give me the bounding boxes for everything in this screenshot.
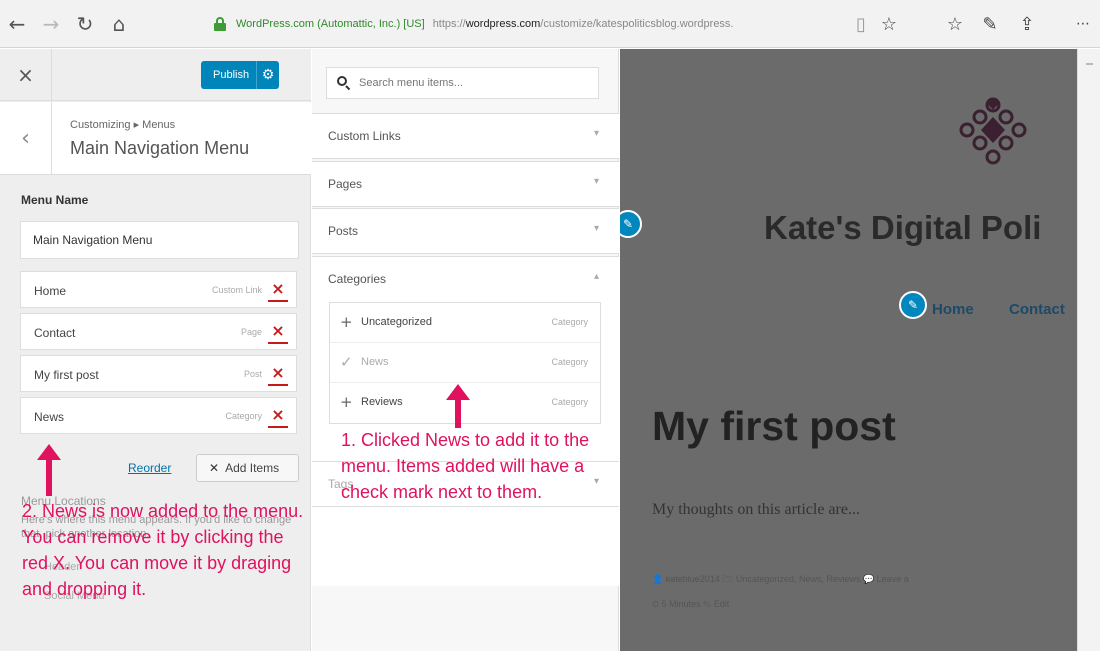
- menu-item-title: News: [34, 410, 65, 424]
- section-title: Posts: [328, 224, 359, 238]
- menu-items-list: Home Custom Link × Contact Page × My fir…: [20, 271, 297, 439]
- more-options-icon[interactable]: ⋯: [1068, 8, 1098, 40]
- nav-link-contact[interactable]: Contact: [1009, 301, 1065, 318]
- chevron-up-icon: ▴: [593, 271, 599, 282]
- chevron-down-icon: ▾: [593, 176, 599, 187]
- remove-x-icon[interactable]: ×: [268, 362, 288, 386]
- menu-name-label: Menu Name: [21, 193, 89, 207]
- menu-item-type: Custom Link: [211, 285, 262, 295]
- remove-x-icon[interactable]: ×: [268, 404, 288, 428]
- remove-x-icon[interactable]: ×: [268, 278, 288, 302]
- category-title: Reviews: [361, 396, 403, 408]
- search-icon: [337, 76, 351, 91]
- panel-header: ‹ Customizing ▸ Menus Main Navigation Me…: [0, 102, 311, 175]
- reorder-link[interactable]: Reorder: [128, 461, 171, 475]
- menu-item-title: Home: [34, 284, 67, 298]
- preview-scrollbar[interactable]: [1077, 49, 1100, 651]
- category-title: Uncategorized: [361, 316, 432, 328]
- browser-toolbar: ← → ↻ ⌂ WordPress.com (Automattic, Inc.)…: [0, 0, 1100, 48]
- home-icon[interactable]: ⌂: [102, 7, 136, 41]
- category-type: Category: [551, 317, 588, 327]
- post-title[interactable]: My first post: [652, 403, 896, 450]
- section-title: Categories: [328, 272, 387, 286]
- section-title: Pages: [328, 177, 363, 191]
- annotation-step-1: 1. Clicked News to add it to the menu. I…: [341, 430, 590, 502]
- annotation-step-2: 2. News is now added to the menu. You ca…: [22, 501, 304, 599]
- category-type: Category: [551, 397, 588, 407]
- nav-link-home[interactable]: Home: [932, 301, 974, 318]
- back-button[interactable]: ‹: [0, 102, 52, 175]
- plus-icon: +: [340, 393, 353, 411]
- favorite-star-icon[interactable]: ☆: [874, 8, 904, 40]
- available-menu-items-panel: Custom Links ▾ Pages ▾ Posts ▾ Categorie…: [312, 49, 619, 651]
- menu-item-title: My first post: [34, 368, 99, 382]
- menu-item-title: Contact: [34, 326, 76, 340]
- address-bar[interactable]: WordPress.com (Automattic, Inc.) [US] ht…: [214, 8, 869, 40]
- gear-icon[interactable]: ⚙: [257, 67, 279, 83]
- site-identity: WordPress.com (Automattic, Inc.) [US]: [236, 18, 425, 30]
- lock-icon: [214, 17, 226, 31]
- section-posts[interactable]: Posts ▾: [312, 208, 619, 254]
- post-meta: 👤 kateblue2014 🗁 Uncategorized, News, Re…: [652, 574, 909, 584]
- reading-view-icon[interactable]: ▯: [846, 8, 876, 40]
- publish-label[interactable]: Publish: [201, 61, 257, 89]
- chevron-down-icon: ▾: [593, 128, 599, 139]
- category-type: Category: [551, 357, 588, 367]
- menu-item-news[interactable]: News Category ×: [20, 397, 297, 434]
- close-customizer-button[interactable]: ×: [0, 49, 52, 101]
- remove-x-icon[interactable]: ×: [268, 320, 288, 344]
- search-box[interactable]: [326, 67, 599, 99]
- post-meta-secondary: ⏲ 5 Minutes ✎ Edit: [652, 599, 730, 609]
- categories-list: + Uncategorized Category ✓ News Category…: [329, 302, 601, 424]
- share-icon[interactable]: ⇪: [1012, 8, 1042, 40]
- customizer-top-bar: × Publish ⚙: [0, 49, 311, 101]
- section-pages[interactable]: Pages ▾: [312, 161, 619, 207]
- category-title: News: [361, 356, 389, 368]
- category-item-uncategorized[interactable]: + Uncategorized Category: [330, 303, 600, 343]
- pen-icon[interactable]: ✎: [975, 8, 1005, 40]
- refresh-icon[interactable]: ↻: [68, 7, 102, 41]
- add-items-label: Add Items: [225, 461, 280, 475]
- section-custom-links[interactable]: Custom Links ▾: [312, 113, 619, 159]
- plus-icon: +: [340, 313, 353, 331]
- site-title: Kate's Digital Poli: [764, 209, 1042, 246]
- category-item-news[interactable]: ✓ News Category: [330, 343, 600, 383]
- chevron-down-icon: ▾: [593, 223, 599, 234]
- menu-item-type: Page: [240, 327, 262, 337]
- favorites-list-icon[interactable]: ☆: [940, 8, 970, 40]
- site-preview: ✎ Kate's Digital Poli ✎ Home Contact My …: [620, 49, 1077, 651]
- section-title: Custom Links: [328, 129, 401, 143]
- menu-item-contact[interactable]: Contact Page ×: [20, 313, 297, 350]
- search-input[interactable]: [359, 77, 579, 89]
- menu-name-input[interactable]: [20, 221, 299, 259]
- back-arrow-icon[interactable]: ←: [0, 7, 34, 41]
- url-path: /customize/katespoliticsblog.wordpress.: [540, 18, 734, 30]
- url-scheme: https://: [432, 18, 466, 30]
- edit-site-title-pencil-icon[interactable]: ✎: [620, 210, 642, 238]
- panel-title: Main Navigation Menu: [70, 138, 250, 158]
- breadcrumb: Customizing ▸ Menus: [70, 119, 176, 131]
- menu-item-type: Post: [243, 369, 262, 379]
- post-excerpt: My thoughts on this article are...: [652, 501, 860, 518]
- menu-item-type: Category: [225, 411, 262, 421]
- publish-button[interactable]: Publish ⚙: [201, 61, 279, 89]
- menu-item-my-first-post[interactable]: My first post Post ×: [20, 355, 297, 392]
- url-host: wordpress.com: [465, 18, 541, 30]
- add-items-button[interactable]: ✕ Add Items: [196, 454, 299, 482]
- edit-menu-pencil-icon[interactable]: ✎: [899, 291, 927, 319]
- forward-arrow-icon[interactable]: →: [34, 7, 68, 41]
- site-logo: [959, 97, 1027, 165]
- close-x-icon: ✕: [209, 461, 220, 475]
- checkmark-icon: ✓: [340, 353, 353, 371]
- menu-item-home[interactable]: Home Custom Link ×: [20, 271, 297, 308]
